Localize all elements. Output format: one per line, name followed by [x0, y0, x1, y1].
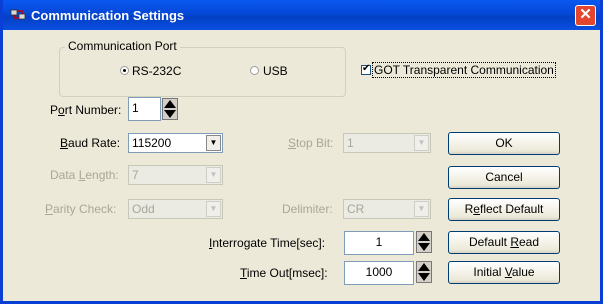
- interrogate-time-label: Interrogate Time[sec]:: [209, 236, 326, 250]
- delimiter-label: Delimiter:: [282, 202, 333, 216]
- communication-port-label: Communication Port: [65, 39, 180, 53]
- spin-down-icon[interactable]: [164, 110, 176, 118]
- port-number-label: Port Number:: [50, 103, 122, 117]
- chevron-down-icon: ▼: [206, 201, 221, 217]
- data-length-select: 7 ▼: [128, 165, 223, 185]
- port-number-input[interactable]: 1: [128, 97, 161, 121]
- chevron-down-icon: ▼: [414, 135, 429, 151]
- baud-rate-select[interactable]: 115200 ▼: [128, 133, 223, 153]
- spin-up-icon[interactable]: [164, 100, 176, 108]
- chevron-down-icon: ▼: [206, 167, 221, 183]
- interrogate-time-input[interactable]: 1: [344, 231, 414, 255]
- communication-port-group: [59, 47, 346, 97]
- reflect-default-button[interactable]: Reflect Default: [448, 198, 560, 221]
- communication-settings-dialog: Communication Settings ✕ Communication P…: [0, 0, 603, 304]
- usb-radio[interactable]: [250, 66, 259, 75]
- stop-bit-label: Stop Bit:: [288, 136, 334, 150]
- got-transparent-label[interactable]: GOT Transparent Communication: [372, 62, 556, 78]
- title-bar[interactable]: Communication Settings ✕: [3, 0, 600, 30]
- spin-down-icon[interactable]: [418, 273, 430, 281]
- time-out-spinner[interactable]: [416, 261, 432, 283]
- chevron-down-icon[interactable]: ▼: [206, 135, 221, 151]
- interrogate-time-spinner[interactable]: [416, 231, 432, 253]
- data-length-label: Data Length:: [50, 168, 119, 182]
- usb-label[interactable]: USB: [263, 64, 288, 78]
- ok-button[interactable]: OK: [448, 132, 560, 155]
- close-icon: ✕: [579, 6, 592, 23]
- close-button[interactable]: ✕: [575, 5, 596, 26]
- parity-check-label: Parity Check:: [45, 202, 117, 216]
- app-icon: [10, 9, 26, 20]
- baud-rate-label: Baud Rate:: [60, 136, 121, 150]
- stop-bit-select: 1 ▼: [343, 133, 431, 153]
- parity-check-select: Odd ▼: [128, 199, 223, 219]
- time-out-label: Time Out[msec]:: [240, 266, 328, 280]
- time-out-input[interactable]: 1000: [344, 261, 414, 285]
- spin-up-icon[interactable]: [418, 233, 430, 241]
- got-transparent-checkbox[interactable]: [361, 63, 371, 75]
- spin-up-icon[interactable]: [418, 263, 430, 271]
- rs232c-label[interactable]: RS-232C: [132, 64, 181, 78]
- window-title: Communication Settings: [31, 8, 185, 23]
- chevron-down-icon: ▼: [414, 201, 429, 217]
- port-number-spinner[interactable]: [162, 98, 178, 120]
- default-read-button[interactable]: Default Read: [448, 231, 560, 254]
- initial-value-button[interactable]: Initial Value: [448, 261, 560, 284]
- cancel-button[interactable]: Cancel: [448, 166, 560, 189]
- rs232c-radio[interactable]: [120, 66, 129, 75]
- delimiter-select: CR ▼: [343, 199, 431, 219]
- spin-down-icon[interactable]: [418, 243, 430, 251]
